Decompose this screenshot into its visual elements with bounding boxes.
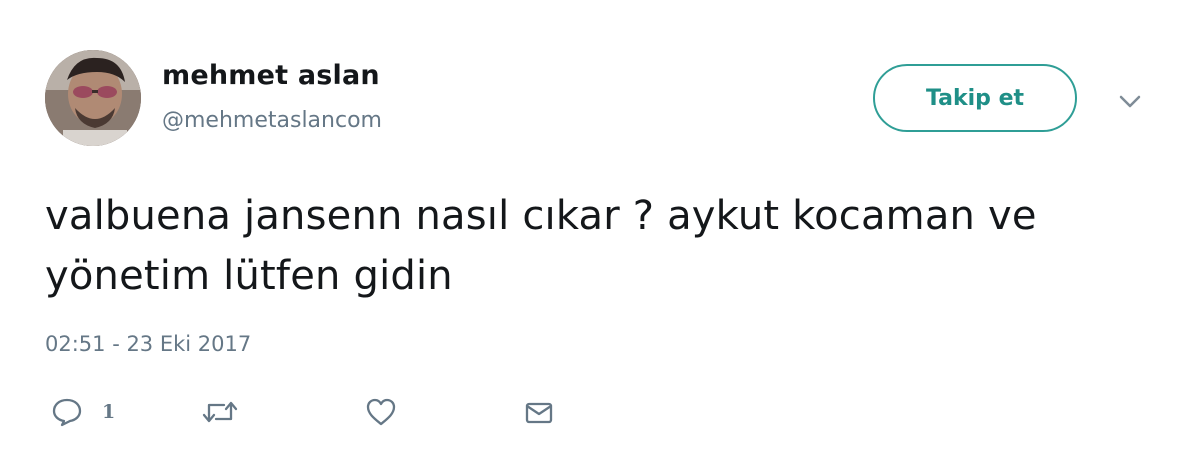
- tweet-text: valbuena jansenn nasıl cıkar ? aykut koc…: [45, 193, 1037, 299]
- retweet-icon: [200, 396, 240, 428]
- follow-button[interactable]: Takip et: [873, 64, 1077, 132]
- avatar[interactable]: [45, 50, 141, 146]
- retweet-button[interactable]: [200, 392, 240, 432]
- author-name[interactable]: mehmet aslan: [162, 60, 380, 91]
- like-button[interactable]: [364, 392, 398, 432]
- tweet-timestamp[interactable]: 02:51 - 23 Eki 2017: [45, 332, 251, 356]
- chevron-down-icon[interactable]: [1113, 90, 1147, 114]
- envelope-icon: [522, 396, 556, 428]
- reply-count: 1: [102, 401, 116, 423]
- direct-message-button[interactable]: [522, 392, 556, 432]
- heart-icon: [364, 396, 398, 428]
- tweet-card: mehmet aslan @mehmetaslancom Takip et va…: [0, 0, 1200, 475]
- author-handle[interactable]: @mehmetaslancom: [162, 108, 382, 133]
- speech-bubble-icon: [50, 396, 84, 428]
- reply-button[interactable]: 1: [50, 392, 115, 432]
